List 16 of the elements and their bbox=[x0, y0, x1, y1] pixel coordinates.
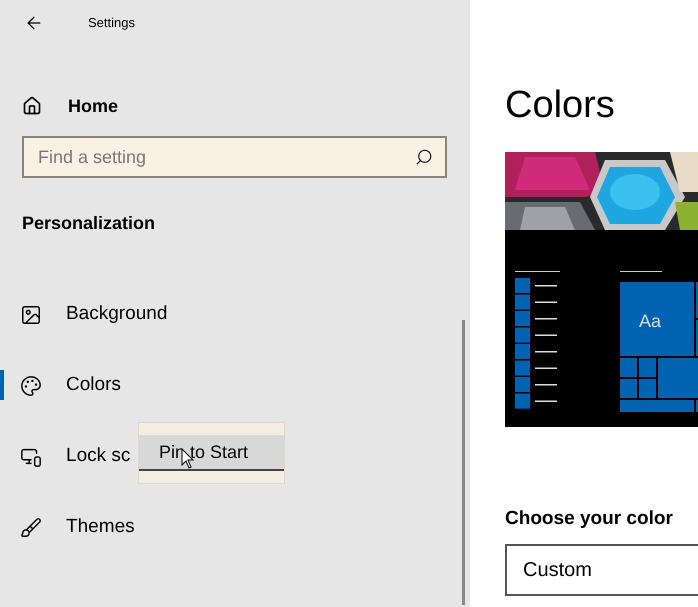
nav-item[interactable]: Background bbox=[0, 279, 470, 350]
image-icon bbox=[20, 304, 42, 326]
nav-item[interactable]: Themes bbox=[0, 492, 470, 563]
home-icon bbox=[22, 96, 42, 116]
section-heading: Personalization bbox=[21, 212, 156, 235]
page-title: Colors bbox=[505, 83, 616, 128]
section-label: Choose your color bbox=[505, 507, 674, 531]
color-dropdown[interactable]: Custom bbox=[505, 544, 698, 596]
brush-icon bbox=[20, 516, 42, 538]
tile-text: Aa bbox=[639, 310, 662, 333]
search-field[interactable]: Find a setting bbox=[22, 136, 447, 178]
palette-icon bbox=[20, 374, 42, 396]
window-title: Settings bbox=[88, 14, 135, 32]
search-icon bbox=[415, 148, 433, 166]
nav-item[interactable]: Colors bbox=[0, 350, 470, 421]
home-nav-item[interactable]: Home bbox=[0, 86, 470, 126]
